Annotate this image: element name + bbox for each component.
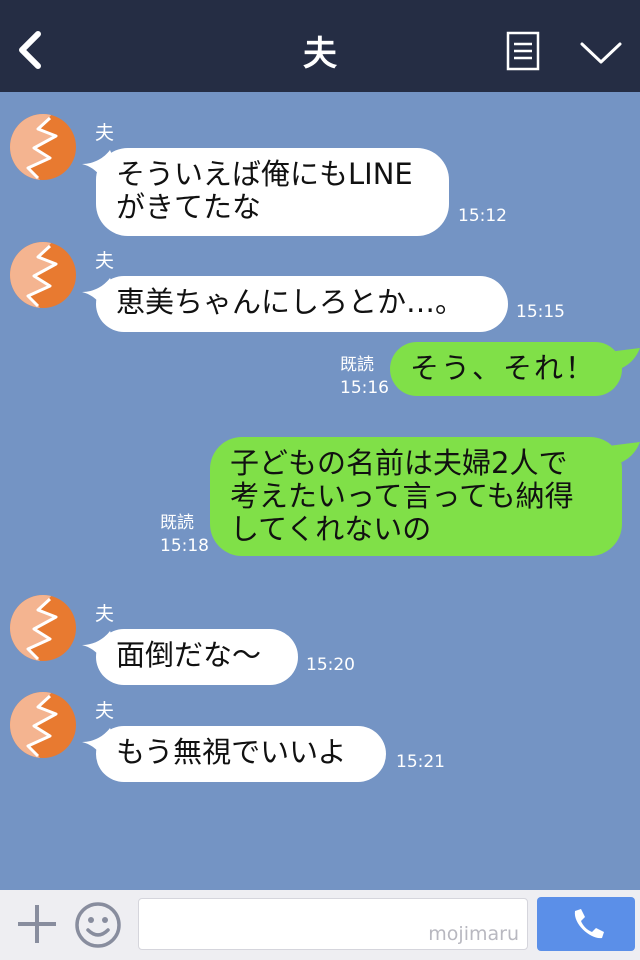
sender-name: 夫	[95, 122, 115, 144]
avatar[interactable]	[10, 242, 76, 308]
read-status: 既読	[160, 513, 194, 533]
sender-name: 夫	[95, 603, 115, 625]
message-time: 15:21	[396, 752, 445, 772]
message-time: 15:15	[516, 302, 565, 322]
list-menu-icon[interactable]	[506, 31, 540, 71]
message-time: 15:20	[306, 655, 355, 675]
message-time: 15:16	[340, 378, 389, 398]
message-time: 15:18	[160, 536, 209, 556]
call-button[interactable]	[537, 897, 635, 951]
sticker-smiley-icon[interactable]	[74, 901, 122, 949]
collapse-chevron-down-icon[interactable]	[578, 36, 624, 68]
read-status: 既読	[340, 355, 374, 375]
message-bubble[interactable]: 恵美ちゃんにしろとか…。	[96, 276, 508, 332]
message-bubble[interactable]: 子どもの名前は夫婦2人で 考えたいって言っても納得 してくれないの	[210, 437, 622, 556]
message-bubble[interactable]: そう、それ！	[390, 342, 622, 396]
watermark-text: mojimaru	[428, 923, 519, 945]
read-receipt: 既読 15:16	[340, 354, 389, 400]
chat-title: 夫	[303, 34, 337, 74]
add-plus-icon[interactable]	[16, 903, 58, 945]
message-bubble[interactable]: 面倒だな〜	[96, 629, 298, 685]
sender-name: 夫	[95, 250, 115, 272]
header-bar: 夫	[0, 0, 640, 92]
message-input[interactable]: mojimaru	[138, 898, 528, 950]
message-time: 15:12	[458, 206, 507, 226]
sender-name: 夫	[95, 700, 115, 722]
avatar[interactable]	[10, 114, 76, 180]
avatar[interactable]	[10, 595, 76, 661]
message-bubble[interactable]: そういえば俺にもLINE がきてたな	[96, 148, 449, 236]
chat-area[interactable]: 夫 そういえば俺にもLINE がきてたな 15:12 夫 恵美ちゃんにしろとか……	[0, 92, 640, 890]
read-receipt: 既読 15:18	[160, 512, 209, 558]
phone-icon	[574, 909, 604, 939]
avatar[interactable]	[10, 692, 76, 758]
message-bubble[interactable]: もう無視でいいよ	[96, 726, 386, 782]
